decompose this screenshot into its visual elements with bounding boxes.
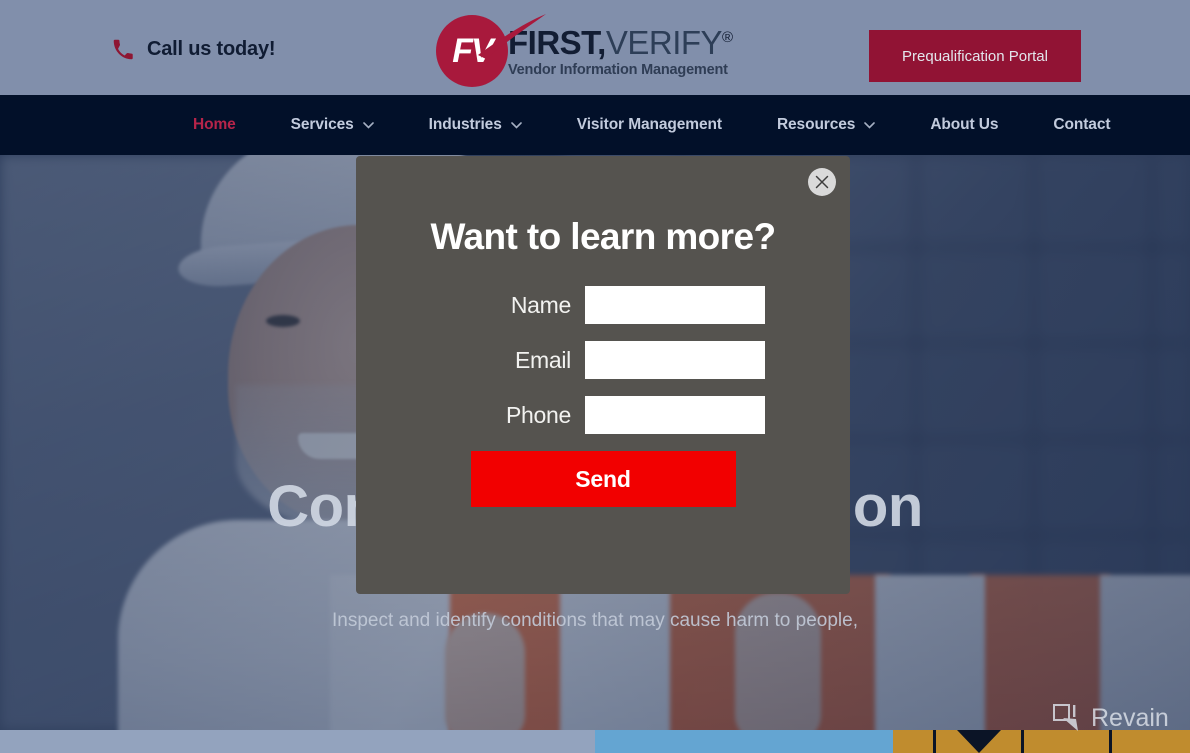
modal-title: Want to learn more?	[430, 216, 777, 257]
form-row-name: Name	[356, 286, 850, 324]
close-icon[interactable]	[808, 168, 836, 196]
send-button[interactable]: Send	[470, 451, 736, 507]
close-x-glyph	[815, 175, 829, 189]
learn-more-modal: Want to learn more? Name Email Phone Sen…	[356, 156, 850, 594]
modal-overlay: Want to learn more? Name Email Phone Sen…	[0, 0, 1190, 753]
phone-field-label: Phone	[505, 401, 571, 428]
name-field-label: Name	[510, 291, 571, 318]
email-field-label: Email	[514, 346, 571, 373]
form-row-email: Email	[356, 341, 850, 379]
phone-input[interactable]	[585, 396, 765, 434]
email-input[interactable]	[585, 341, 765, 379]
page-root: Call us today! FV FIRST,VERIFY® Vendor I…	[0, 0, 1190, 753]
lead-capture-form: Name Email Phone Send	[356, 286, 850, 507]
name-input[interactable]	[585, 286, 765, 324]
form-row-phone: Phone	[356, 396, 850, 434]
